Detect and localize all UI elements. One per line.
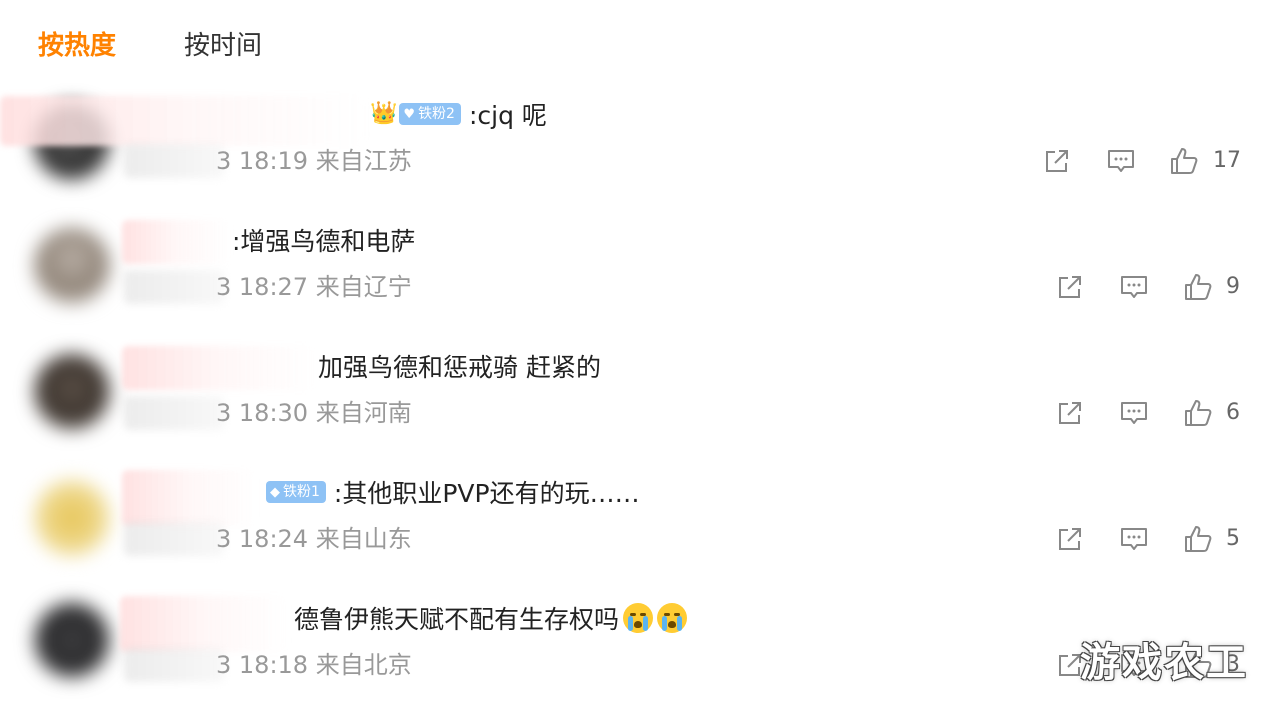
thumbs-up-icon[interactable] [1183,524,1213,554]
like-count: 9 [1226,274,1240,299]
crown-icon: 👑 [370,101,398,126]
comment-content: 德鲁伊熊天赋不配有生存权吗 [294,603,688,637]
comment-text: 德鲁伊熊天赋不配有生存权吗 [294,605,620,634]
comment-icon[interactable] [1119,398,1149,428]
comment-icon[interactable] [1106,146,1136,176]
like-count: 5 [1226,526,1240,551]
comment-item: 加强鸟德和惩戒骑 赶紧的 3 18:30 来自河南 6 [0,340,1268,466]
tab-sort-by-time[interactable]: 按时间 [184,26,262,66]
username-redacted [0,96,366,146]
thumbs-up-icon[interactable] [1169,146,1199,176]
crying-emoji-icon [623,603,654,633]
comment-item: 👑 ♥ 铁粉2:cjq 呢 3 18:19 来自江苏 17 [0,88,1268,214]
comment-content: ◆ 铁粉1 :其他职业PVP还有的玩…… [266,477,640,511]
comment-actions: 9 [0,272,1268,306]
comment-actions: 6 [0,398,1268,432]
crying-emoji-icon [657,603,688,633]
comment-icon[interactable] [1119,524,1149,554]
tab-sort-by-hot[interactable]: 按热度 [38,26,116,66]
watermark: 游戏农工 [1080,640,1248,686]
comment-text: :增强鸟德和电萨 [232,227,416,256]
like-count: 6 [1226,400,1240,425]
fan-badge: ◆ 铁粉1 [266,481,326,503]
share-icon[interactable] [1055,398,1085,428]
share-icon[interactable] [1055,524,1085,554]
thumbs-up-icon[interactable] [1183,272,1213,302]
comment-icon[interactable] [1119,272,1149,302]
comment-content: 👑 ♥ 铁粉2 :cjq 呢 [370,99,547,134]
share-icon[interactable] [1055,272,1085,302]
comment-item: 德鲁伊熊天赋不配有生存权吗 3 18:18 来自北京 3 [0,592,1268,718]
comment-actions: 3 [0,650,1268,684]
diamond-icon: ◆ [270,485,280,500]
like-count: 17 [1213,148,1241,173]
username-redacted [122,470,256,526]
username-redacted [120,596,288,652]
comment-item: :增强鸟德和电萨 3 18:27 来自辽宁 9 [0,214,1268,340]
comment-content: 加强鸟德和惩戒骑 赶紧的 [318,351,601,385]
comment-actions: 5 [0,524,1268,558]
thumbs-up-icon[interactable] [1183,398,1213,428]
comment-text: :其他职业PVP还有的玩…… [333,479,640,508]
fan-badge: ♥ 铁粉2 [399,103,461,125]
share-icon[interactable] [1042,146,1072,176]
username-redacted [122,220,230,264]
fan-icon: ♥ [403,107,416,122]
comment-text: :cjq 呢 [468,101,547,130]
comment-item: ◆ 铁粉1:其他职业PVP还有的玩…… 3 18:24 来自山东 5 [0,466,1268,592]
comment-content: :增强鸟德和电萨 [232,225,415,259]
comment-actions: 17 [0,146,1268,180]
comment-text: 加强鸟德和惩戒骑 赶紧的 [318,353,601,382]
username-redacted [122,346,316,390]
